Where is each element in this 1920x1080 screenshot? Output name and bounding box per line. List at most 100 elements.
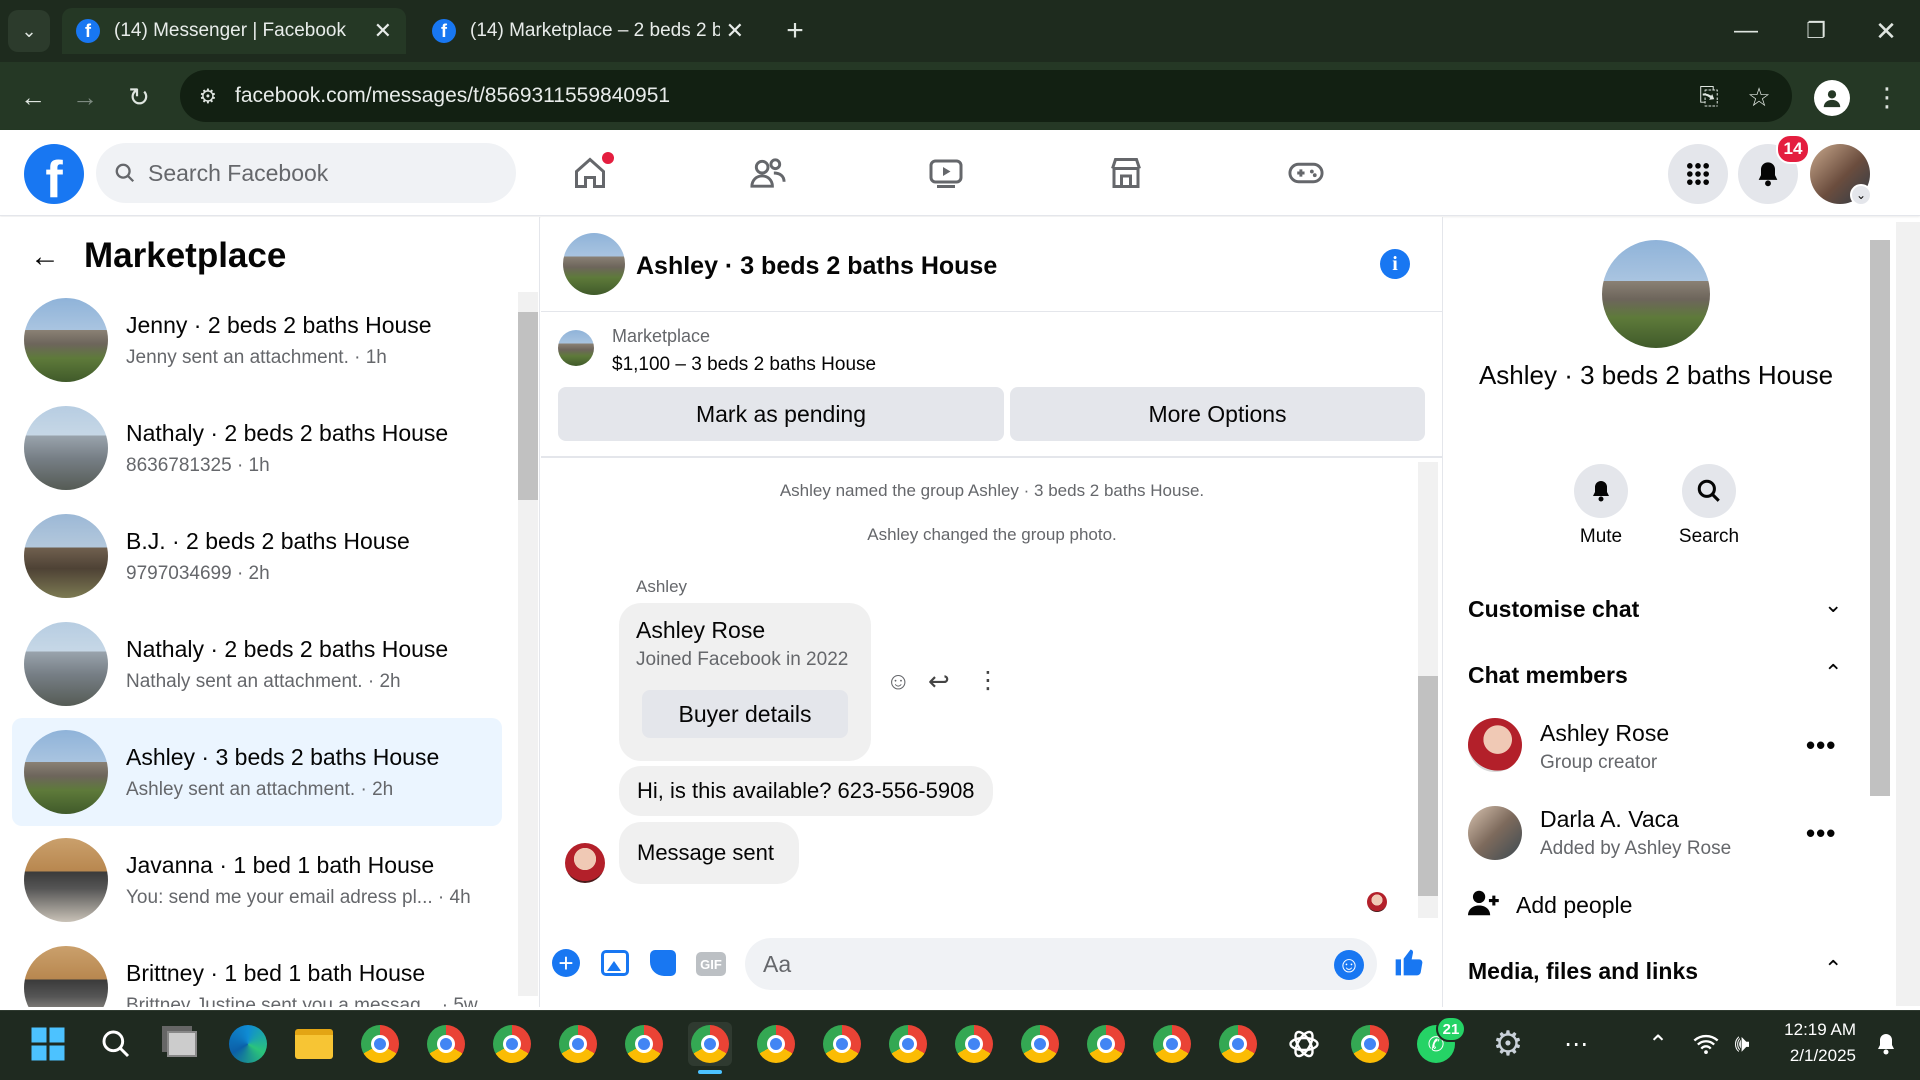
buyer-details-button[interactable]: Buyer details <box>642 690 848 738</box>
account-chevron-icon[interactable]: ⌄ <box>1850 184 1872 206</box>
bookmark-star-icon[interactable]: ☆ <box>1738 76 1780 118</box>
clock-date[interactable]: 2/1/2025 <box>1760 1046 1856 1066</box>
task-view-icon[interactable] <box>160 1022 204 1066</box>
details-scroll-thumb[interactable] <box>1870 240 1890 796</box>
reload-icon[interactable]: ↻ <box>118 76 160 118</box>
chrome-icon-active[interactable] <box>688 1022 732 1066</box>
facebook-logo[interactable]: f <box>24 144 84 204</box>
chat-scroll-thumb[interactable] <box>1418 676 1438 896</box>
more-apps-icon[interactable]: ⋯ <box>1554 1022 1598 1066</box>
chrome-icon[interactable] <box>886 1022 930 1066</box>
list-item[interactable]: Nathaly · 2 beds 2 baths House 8636781325… <box>12 394 502 502</box>
sender-avatar[interactable] <box>565 843 605 883</box>
chrome-icon[interactable] <box>1348 1022 1392 1066</box>
sticker-icon[interactable] <box>650 950 676 976</box>
reply-icon[interactable]: ↩ <box>928 666 950 697</box>
member-avatar[interactable] <box>1468 718 1522 772</box>
info-icon[interactable]: i <box>1380 249 1410 279</box>
restore-icon[interactable]: ❐ <box>1792 10 1840 52</box>
chat-avatar[interactable] <box>563 233 625 295</box>
member-options-icon[interactable]: ••• <box>1806 818 1836 849</box>
message-bubble[interactable]: Message sent <box>619 822 799 884</box>
close-tab-icon[interactable]: ✕ <box>726 18 744 44</box>
customise-chat-section[interactable]: Customise chat <box>1468 596 1639 623</box>
clock-time[interactable]: 12:19 AM <box>1760 1020 1856 1040</box>
browser-tab-messenger[interactable]: f (14) Messenger | Facebook ✕ <box>62 8 406 54</box>
chrome-icon[interactable] <box>358 1022 402 1066</box>
nav-video-icon[interactable] <box>916 150 976 196</box>
list-item[interactable]: Jenny · 2 beds 2 baths House Jenny sent a… <box>12 286 502 394</box>
message-input[interactable]: Aa <box>745 938 1377 990</box>
edge-icon[interactable] <box>226 1022 270 1066</box>
listing-detail[interactable]: $1,100 – 3 beds 2 baths House <box>612 354 876 376</box>
more-actions-icon[interactable]: ⋮ <box>976 666 1000 695</box>
page-scrollbar[interactable] <box>1896 222 1920 1006</box>
chat-title[interactable]: Ashley · 3 beds 2 baths House <box>636 252 997 281</box>
show-hidden-icons-chevron-icon[interactable]: ⌃ <box>1636 1022 1680 1066</box>
mute-button[interactable] <box>1574 464 1628 518</box>
member-name[interactable]: Ashley Rose <box>1540 720 1669 747</box>
plus-icon[interactable]: + <box>552 948 580 978</box>
taskbar-search-icon[interactable] <box>94 1022 138 1066</box>
chrome-icon[interactable] <box>424 1022 468 1066</box>
like-icon[interactable] <box>1392 946 1426 986</box>
back-arrow-icon[interactable]: ← <box>30 240 60 274</box>
group-photo[interactable] <box>1602 240 1710 348</box>
chrome-icon[interactable] <box>490 1022 534 1066</box>
listing-thumbnail[interactable] <box>558 330 594 366</box>
site-settings-icon[interactable]: ⚙ <box>192 80 224 112</box>
chrome-icon[interactable] <box>1150 1022 1194 1066</box>
chrome-icon[interactable] <box>754 1022 798 1066</box>
chrome-menu-icon[interactable]: ⋮ <box>1866 76 1908 118</box>
more-options-button[interactable]: More Options <box>1010 387 1425 441</box>
emoji-icon[interactable]: ☺ <box>1334 950 1364 980</box>
search-conversation-button[interactable] <box>1682 464 1736 518</box>
nav-gaming-icon[interactable] <box>1276 150 1336 196</box>
chat-members-section[interactable]: Chat members <box>1468 662 1628 689</box>
chrome-icon[interactable] <box>820 1022 864 1066</box>
notification-bell-icon[interactable] <box>1864 1022 1908 1066</box>
minimize-icon[interactable]: — <box>1722 10 1770 52</box>
chatgpt-icon[interactable] <box>1282 1022 1326 1066</box>
close-tab-icon[interactable]: ✕ <box>374 18 392 44</box>
chevron-down-icon[interactable]: ⌄ <box>1824 592 1842 618</box>
mark-pending-button[interactable]: Mark as pending <box>558 387 1004 441</box>
chrome-icon[interactable] <box>1018 1022 1062 1066</box>
gif-icon[interactable]: GIF <box>696 952 726 976</box>
nav-marketplace-icon[interactable] <box>1096 150 1156 196</box>
forward-icon[interactable]: → <box>64 76 106 118</box>
new-tab-icon[interactable]: + <box>774 10 816 52</box>
menu-grid-button[interactable] <box>1668 144 1728 204</box>
chevron-up-icon[interactable]: ⌃ <box>1824 660 1842 686</box>
search-input[interactable]: Search Facebook <box>96 143 516 203</box>
member-avatar[interactable] <box>1468 806 1522 860</box>
list-item[interactable]: B.J. · 2 beds 2 baths House 9797034699 · … <box>12 502 502 610</box>
chrome-icon[interactable] <box>1084 1022 1128 1066</box>
settings-gear-icon[interactable]: ⚙ <box>1486 1022 1530 1066</box>
list-item-selected[interactable]: Ashley · 3 beds 2 baths House Ashley sent… <box>12 718 502 826</box>
react-icon[interactable]: ☺ <box>886 668 911 696</box>
tab-search-dropdown-icon[interactable]: ⌄ <box>8 10 50 52</box>
list-item[interactable]: Nathaly · 2 beds 2 baths House Nathaly se… <box>12 610 502 718</box>
chrome-icon[interactable] <box>556 1022 600 1066</box>
install-app-icon[interactable]: ⎘ <box>1688 76 1730 118</box>
nav-friends-icon[interactable] <box>738 150 798 196</box>
windows-start-icon[interactable] <box>26 1022 70 1066</box>
member-options-icon[interactable]: ••• <box>1806 730 1836 761</box>
message-bubble[interactable]: Hi, is this available? 623-556-5908 <box>619 766 993 816</box>
chrome-icon[interactable] <box>622 1022 666 1066</box>
photo-icon[interactable] <box>601 950 629 976</box>
chrome-icon[interactable] <box>952 1022 996 1066</box>
add-people-button[interactable]: Add people <box>1516 892 1632 919</box>
browser-tab-marketplace[interactable]: f (14) Marketplace – 2 beds 2 bat ✕ <box>418 8 758 54</box>
volume-icon[interactable]: 🕪 <box>1720 1022 1764 1066</box>
media-section[interactable]: Media, files and links <box>1468 958 1698 985</box>
list-item[interactable]: Brittney · 1 bed 1 bath House Brittney Ju… <box>12 934 502 1007</box>
add-person-icon[interactable] <box>1468 888 1500 923</box>
address-bar[interactable]: facebook.com/messages/t/8569311559840951 <box>180 70 1792 122</box>
chrome-icon[interactable] <box>1216 1022 1260 1066</box>
list-item[interactable]: Javanna · 1 bed 1 bath House You: send me… <box>12 826 502 934</box>
back-icon[interactable]: ← <box>12 76 54 118</box>
sidebar-scroll-thumb[interactable] <box>518 312 538 500</box>
member-name[interactable]: Darla A. Vaca <box>1540 806 1679 833</box>
